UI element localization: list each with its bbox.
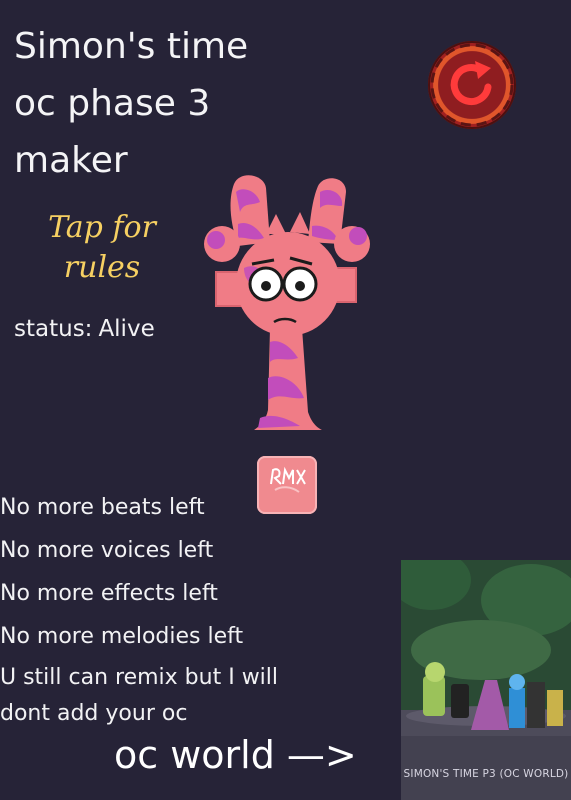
remix-note-line-1: U still can remix but I will: [0, 665, 279, 690]
notice-effects: No more effects left: [0, 581, 218, 606]
status-text: status: Alive: [14, 316, 161, 342]
remix-note: U still can remix but I will dont add yo…: [0, 660, 400, 732]
notice-voices: No more voices left: [0, 538, 214, 563]
status-label: status:: [14, 316, 93, 342]
oc-world-link[interactable]: oc world —>: [114, 733, 357, 777]
status-value: Alive: [98, 316, 155, 342]
title-line-2: oc phase 3: [14, 83, 211, 124]
notice-melodies: No more melodies left: [0, 624, 244, 649]
title-line-1: Simon's time: [14, 26, 249, 67]
rules-line-2: rules: [63, 250, 141, 285]
reset-button[interactable]: [428, 41, 516, 129]
page-title: Simon's time oc phase 3 maker: [14, 18, 344, 189]
thumbnail-scene: [401, 560, 571, 800]
oc-character: [200, 172, 380, 438]
remix-note-line-2: dont add your oc: [0, 701, 188, 726]
rules-line-1: Tap for: [48, 210, 156, 245]
notice-beats: No more beats left: [0, 495, 205, 520]
reset-icon: [430, 43, 514, 127]
oc-world-thumbnail[interactable]: SIMON'S TIME P3 (OC WORLD): [401, 560, 571, 800]
notice-list: No more beats left No more voices left N…: [0, 486, 400, 732]
rules-link[interactable]: Tap for rules: [32, 208, 172, 288]
thumbnail-caption: SIMON'S TIME P3 (OC WORLD): [403, 768, 569, 780]
